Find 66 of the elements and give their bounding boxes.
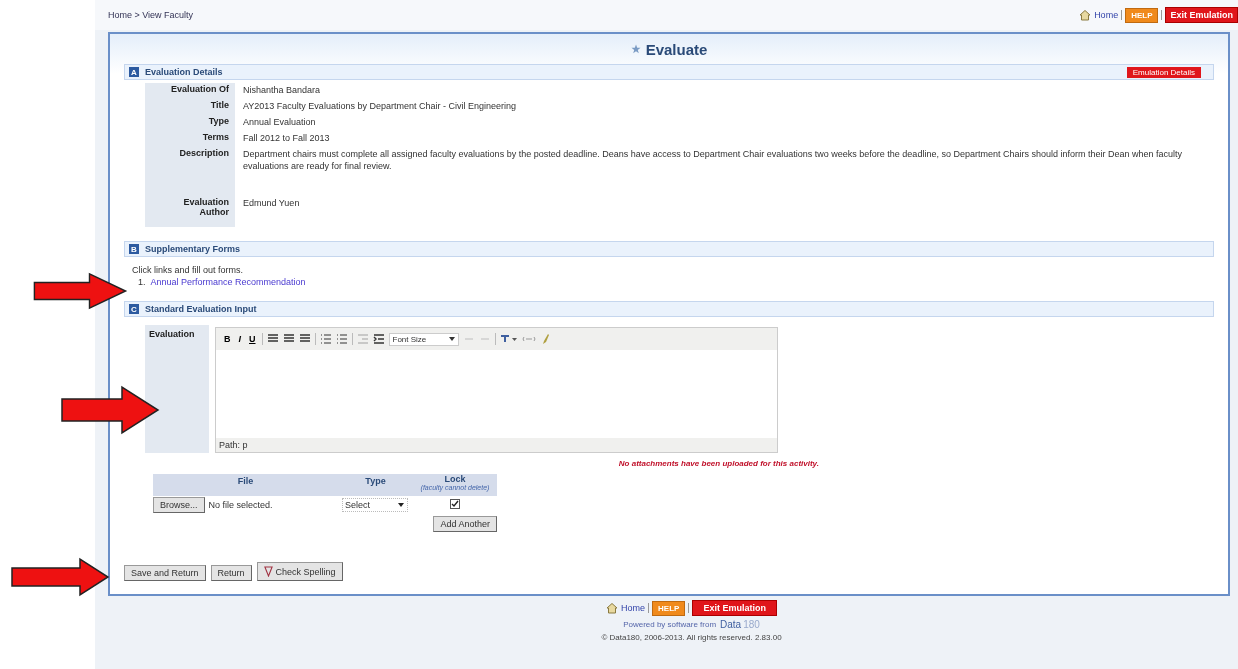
- section-letter: C: [129, 304, 139, 314]
- field-value: Department chairs must complete all assigned faculty evaluations by the posted deadline. Deans have access to Department Chair evaluations two weeks before the deadline, so Department Chairs should inform their Dean when faculty evaluations are ready for final review.: [242, 148, 1183, 173]
- align-icon[interactable]: [266, 334, 279, 344]
- field-label: Description: [145, 147, 235, 196]
- house-icon: [606, 602, 619, 614]
- section-title: Standard Evaluation Input: [145, 304, 258, 314]
- field-label: Evaluation Of: [145, 83, 235, 99]
- column-header: Type: [364, 475, 387, 488]
- type-select[interactable]: Select: [342, 498, 408, 512]
- html-icon[interactable]: [521, 334, 536, 344]
- field-value: Annual Evaluation: [242, 116, 316, 129]
- house-icon: [1079, 9, 1092, 21]
- home-link[interactable]: Home: [621, 603, 646, 613]
- field-label: Type: [145, 115, 235, 131]
- column-header: File: [236, 475, 255, 488]
- field-label: Title: [145, 99, 235, 115]
- font-size-dropdown[interactable]: Font Size: [388, 332, 459, 346]
- add-another-button[interactable]: Add Another: [433, 516, 497, 532]
- exit-emulation-button[interactable]: Exit Emulation: [692, 600, 777, 616]
- list-icon[interactable]: [335, 334, 348, 344]
- save-and-return-button[interactable]: Save and Return: [124, 565, 206, 581]
- file-status: No file selected.: [208, 500, 273, 510]
- return-button[interactable]: Return: [210, 565, 252, 581]
- emulation-details-button[interactable]: Emulation Details: [1126, 66, 1201, 78]
- field-value: AY2013 Faculty Evaluations by Department Chair - Civil Engineering: [242, 100, 516, 113]
- column-header: Lock: [444, 474, 466, 484]
- list-icon[interactable]: [319, 334, 332, 344]
- rich-text-editor[interactable]: B I U Font Size Path: p: [215, 327, 778, 453]
- copyright-text: © Data180, 2006-2013. All rights reserved. 2.83.00: [601, 633, 782, 642]
- powered-by-text: Powered by software from: [623, 620, 717, 629]
- page-title: Evaluate: [645, 40, 708, 58]
- lock-checkbox[interactable]: [450, 499, 460, 509]
- breadcrumb[interactable]: Home > View Faculty: [108, 10, 194, 20]
- field-label: Terms: [145, 131, 235, 147]
- section-letter: A: [129, 67, 139, 77]
- exit-emulation-button[interactable]: Exit Emulation: [1165, 7, 1238, 23]
- field-value: Edmund Yuen: [242, 197, 300, 210]
- format-button[interactable]: B: [222, 334, 233, 344]
- check-spelling-button[interactable]: Check Spelling: [256, 562, 343, 581]
- field-value: Fall 2012 to Fall 2013: [242, 132, 330, 145]
- arrow-icon: [8, 557, 112, 597]
- format-button[interactable]: I: [236, 334, 243, 344]
- section-title: Supplementary Forms: [145, 244, 242, 254]
- align-icon[interactable]: [282, 334, 295, 344]
- format-button[interactable]: U: [247, 334, 258, 344]
- section-letter: B: [129, 244, 139, 254]
- field-label: Evaluation Author: [145, 196, 235, 227]
- form-link[interactable]: Annual Performance Recommendation: [150, 277, 306, 287]
- section-title: Evaluation Details: [145, 67, 224, 77]
- home-link[interactable]: Home: [1094, 10, 1119, 20]
- caret-icon: [397, 501, 405, 509]
- indent-icon[interactable]: [372, 334, 385, 344]
- text-color-icon[interactable]: [499, 334, 518, 344]
- arrow-icon: [32, 272, 128, 310]
- path-text: Path: p: [219, 440, 248, 450]
- instruction-text: Click links and fill out forms.: [132, 265, 245, 275]
- list-number: 1.: [138, 277, 146, 287]
- field-value: Nishantha Bandara: [242, 84, 321, 97]
- spellcheck-icon: [263, 566, 273, 577]
- attachment-note: No attachments have been uploaded for this activity.: [618, 459, 819, 468]
- field-label: Evaluation: [149, 329, 195, 339]
- align-icon[interactable]: [298, 334, 311, 344]
- data180-logo: Data 180: [720, 619, 760, 630]
- browse-button[interactable]: Browse...: [153, 497, 205, 513]
- caret-icon: [448, 337, 455, 341]
- star-icon: [630, 44, 641, 54]
